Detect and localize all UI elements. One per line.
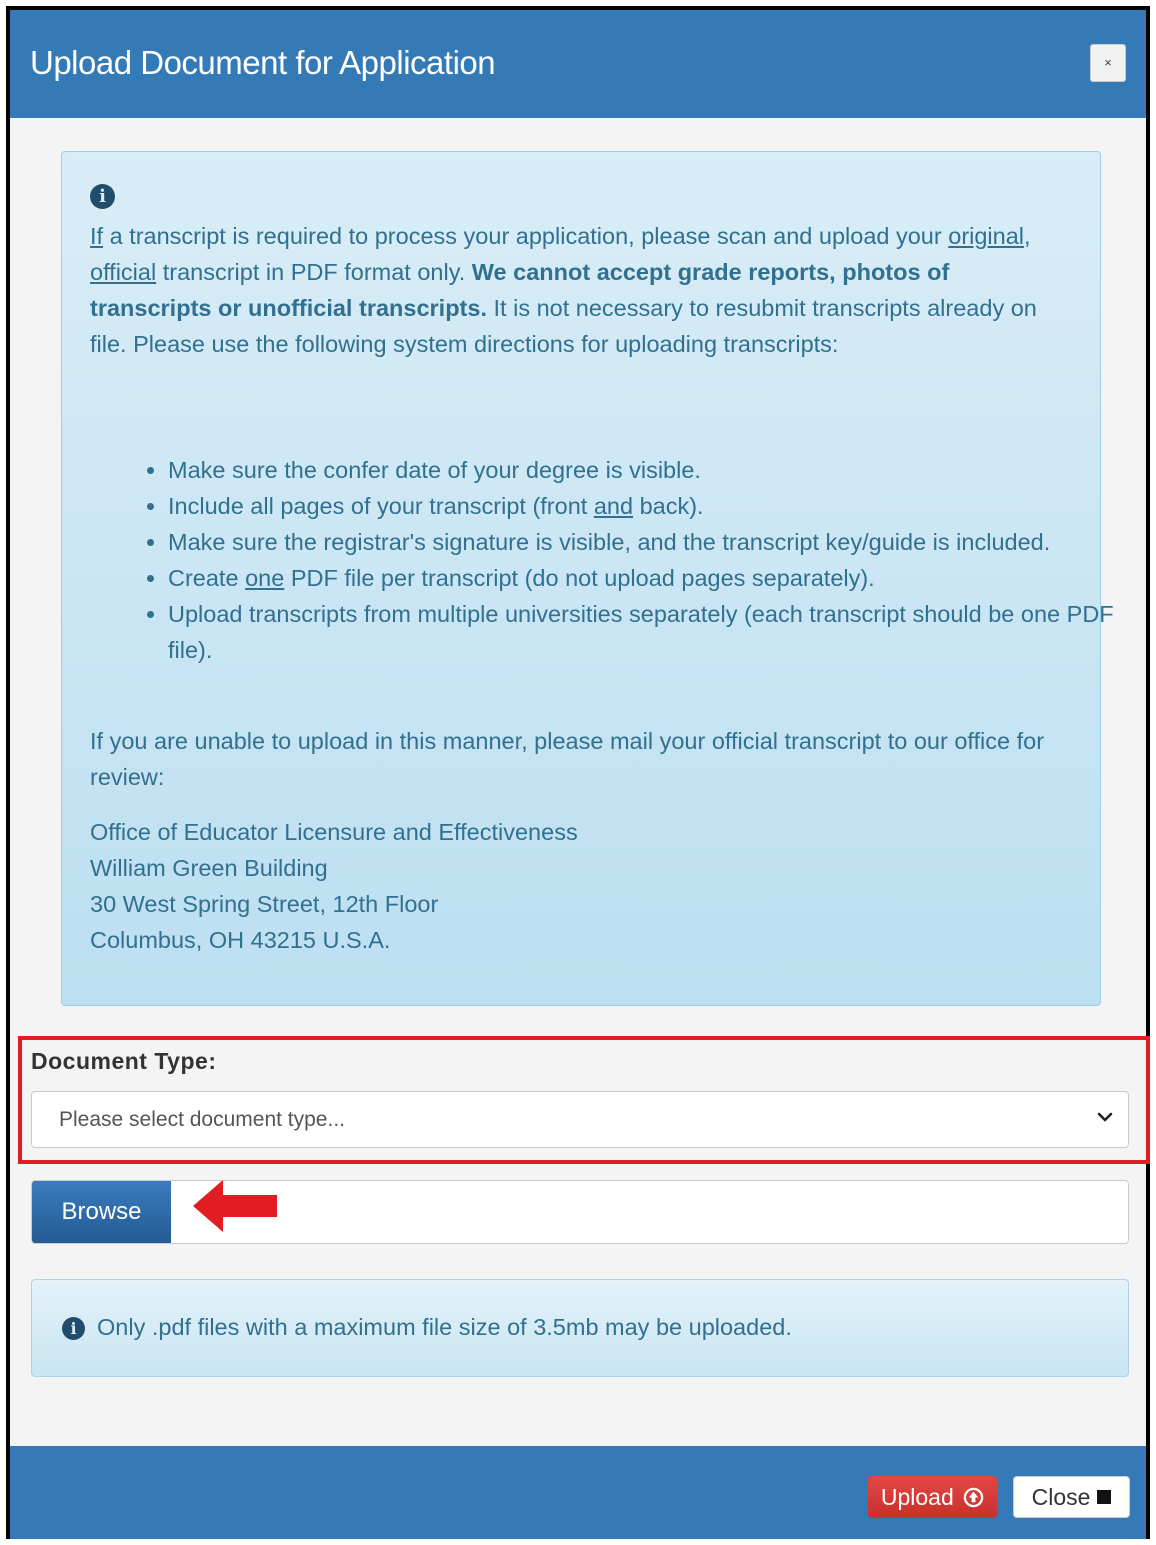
address-line: Office of Educator Licensure and Effecti…	[90, 819, 578, 845]
info-alert: i If a transcript is required to process…	[61, 151, 1114, 1006]
close-button[interactable]: Close	[1013, 1476, 1130, 1518]
list-item-text: back).	[633, 493, 704, 519]
list-item-text: Include all pages of your transcript (fr…	[168, 493, 594, 519]
list-item-text: Make sure the confer date of your degree…	[168, 457, 701, 483]
list-item: Create one PDF file per transcript (do n…	[168, 560, 1148, 596]
list-item: Make sure the registrar's signature is v…	[168, 524, 1148, 560]
text-segment: ,	[1024, 223, 1031, 249]
modal-header: Upload Document for Application ×	[10, 10, 1146, 118]
mail-instructions: If you are unable to upload in this mann…	[90, 728, 1045, 790]
info-circle-icon: i	[62, 1317, 85, 1340]
close-x-button[interactable]: ×	[1090, 44, 1126, 82]
text-segment: transcript in PDF format only.	[156, 259, 472, 285]
chevron-down-icon	[1097, 1112, 1113, 1122]
red-arrow-icon	[193, 1180, 277, 1232]
official-text: official	[90, 259, 157, 285]
document-type-select[interactable]: Please select document type...	[31, 1091, 1129, 1148]
list-item-text: Make sure the registrar's signature is v…	[168, 529, 1051, 555]
upload-button[interactable]: Upload	[868, 1476, 997, 1518]
list-item-text: and	[593, 493, 634, 519]
address-line: Columbus, OH 43215 U.S.A.	[90, 927, 391, 953]
original-text: original	[948, 223, 1025, 249]
notice-text: Only .pdf files with a maximum file size…	[97, 1314, 792, 1340]
directions-list: Make sure the confer date of your degree…	[90, 452, 1148, 668]
list-item: Include all pages of your transcript (fr…	[168, 488, 1148, 524]
mailing-address: Office of Educator Licensure and Effecti…	[90, 814, 1050, 958]
document-type-label: Document Type:	[31, 1048, 217, 1074]
upload-circle-icon	[963, 1487, 984, 1508]
address-line: 30 West Spring Street, 12th Floor	[90, 891, 439, 917]
browse-button[interactable]: Browse	[32, 1181, 171, 1243]
modal-title: Upload Document for Application	[30, 44, 496, 81]
list-item-text: Create	[168, 565, 246, 591]
close-label: Close	[1031, 1484, 1091, 1510]
address-line: William Green Building	[90, 855, 328, 881]
document-type-selected: Please select document type...	[59, 1108, 345, 1131]
file-size-notice: i Only .pdf files with a maximum file si…	[31, 1279, 1129, 1377]
text-segment: a transcript is required to process your…	[103, 223, 949, 249]
list-item-text: Upload transcripts from multiple univers…	[168, 601, 1114, 663]
upload-label: Upload	[880, 1484, 954, 1510]
list-item-text: PDF file per transcript (do not upload p…	[284, 565, 875, 591]
transcript-instructions: If a transcript is required to process y…	[90, 218, 1050, 362]
if-text: If	[90, 223, 104, 249]
list-item: Make sure the confer date of your degree…	[168, 452, 1148, 488]
stop-icon	[1097, 1490, 1112, 1504]
close-icon: ×	[1104, 55, 1112, 70]
list-item-text: one	[245, 565, 285, 591]
info-circle-icon: i	[90, 184, 115, 209]
list-item: Upload transcripts from multiple univers…	[168, 596, 1148, 668]
